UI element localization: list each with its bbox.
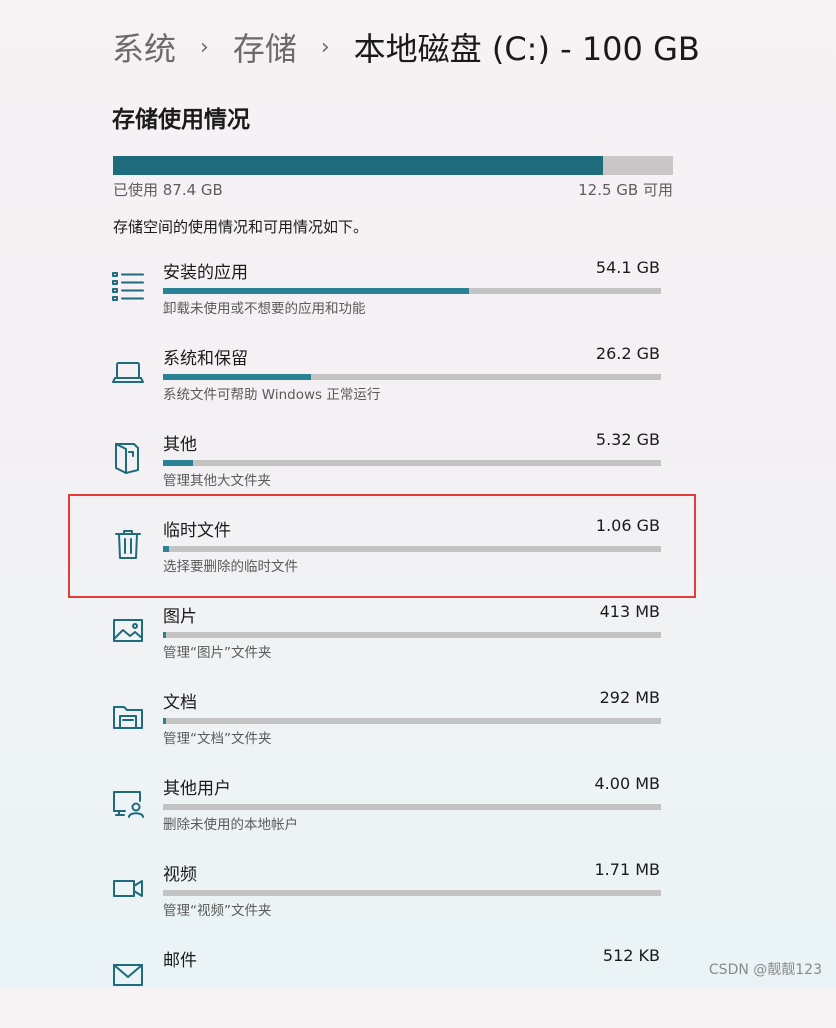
total-usage-bar <box>113 156 673 175</box>
category-usage-bar <box>163 632 661 638</box>
category-item-other-users[interactable]: 其他用户 4.00 MB 删除未使用的本地帐户 <box>110 774 670 856</box>
breadcrumb-separator: › <box>320 34 330 60</box>
category-subtitle: 管理“图片”文件夹 <box>163 645 272 661</box>
category-usage-fill <box>163 374 312 380</box>
category-usage-fill <box>163 718 166 724</box>
free-label: 12.5 GB 可用 <box>578 181 673 199</box>
video-icon <box>110 870 146 906</box>
total-usage-fill <box>113 156 603 175</box>
category-usage-fill <box>163 460 194 466</box>
category-size: 413 MB <box>599 602 660 621</box>
category-item-documents[interactable]: 文档 292 MB 管理“文档”文件夹 <box>110 688 670 770</box>
used-label: 已使用 87.4 GB <box>113 181 223 199</box>
category-size: 5.32 GB <box>595 430 660 449</box>
pictures-icon <box>110 612 146 648</box>
documents-folder-icon <box>110 698 146 734</box>
category-name: 邮件 <box>163 951 197 971</box>
category-usage-bar <box>163 374 661 380</box>
laptop-icon <box>110 354 146 390</box>
category-subtitle: 管理其他大文件夹 <box>163 473 271 489</box>
category-name: 其他用户 <box>163 779 231 799</box>
document-icon <box>110 440 146 476</box>
category-size: 512 KB <box>602 946 660 965</box>
category-size: 4.00 MB <box>594 774 661 793</box>
category-size: 26.2 GB <box>595 344 660 363</box>
category-usage-bar <box>163 890 661 896</box>
category-name: 文档 <box>163 693 197 713</box>
category-name: 视频 <box>163 865 197 885</box>
category-name: 安装的应用 <box>163 263 248 283</box>
highlight-box <box>68 494 696 598</box>
apps-list-icon <box>110 268 146 304</box>
breadcrumb-separator: › <box>200 34 209 60</box>
category-subtitle: 管理“视频”文件夹 <box>163 903 272 919</box>
watermark: CSDN @靓靓123 <box>708 962 822 978</box>
category-usage-bar <box>163 718 661 724</box>
category-name: 系统和保留 <box>163 349 248 369</box>
breadcrumb-storage[interactable]: 存储 <box>233 24 297 70</box>
usage-description: 存储空间的使用情况和可用情况如下。 <box>113 218 369 236</box>
section-title: 存储使用情况 <box>112 107 250 133</box>
category-usage-bar <box>163 804 661 810</box>
category-item-mail[interactable]: 邮件 512 KB <box>110 946 670 1028</box>
page-title: 本地磁盘 (C:) - 100 GB <box>353 30 700 68</box>
category-size: 1.71 MB <box>594 860 661 879</box>
category-size: 54.1 GB <box>595 258 660 277</box>
category-item-pictures[interactable]: 图片 413 MB 管理“图片”文件夹 <box>110 602 670 684</box>
category-usage-fill <box>163 288 470 294</box>
category-name: 图片 <box>163 607 197 627</box>
category-name: 其他 <box>163 435 197 455</box>
category-subtitle: 卸载未使用或不想要的应用和功能 <box>163 301 366 317</box>
category-subtitle: 系统文件可帮助 Windows 正常运行 <box>163 387 381 403</box>
other-users-icon <box>110 784 146 820</box>
breadcrumb: 系统 › 存储 › 本地磁盘 (C:) - 100 GB <box>112 24 700 70</box>
category-usage-bar <box>163 288 661 294</box>
category-size: 292 MB <box>599 688 660 707</box>
category-item-apps[interactable]: 安装的应用 54.1 GB 卸载未使用或不想要的应用和功能 <box>110 258 670 340</box>
category-usage-fill <box>163 632 166 638</box>
category-usage-bar <box>163 460 661 466</box>
category-item-videos[interactable]: 视频 1.71 MB 管理“视频”文件夹 <box>110 860 670 942</box>
breadcrumb-system[interactable]: 系统 <box>112 24 176 70</box>
category-item-system[interactable]: 系统和保留 26.2 GB 系统文件可帮助 Windows 正常运行 <box>110 344 670 426</box>
category-subtitle: 删除未使用的本地帐户 <box>163 817 298 833</box>
category-subtitle: 管理“文档”文件夹 <box>163 731 272 747</box>
